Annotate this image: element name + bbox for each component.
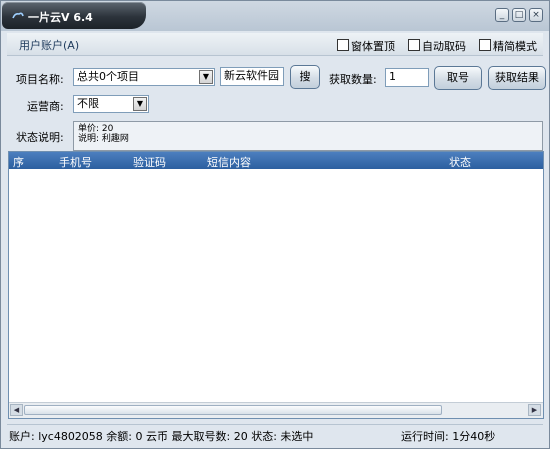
column-header-index[interactable]: 序 — [13, 154, 24, 170]
minimize-button[interactable]: _ — [495, 8, 509, 22]
search-button[interactable]: 搜 — [290, 65, 320, 89]
table-header: 序 手机号 验证码 短信内容 状态 — [9, 152, 543, 169]
status-bar: 账户: lyc4802058 余额: 0 云币 最大取号数: 20 状态: 未选… — [7, 424, 543, 443]
runtime-status: 运行时间: 1分40秒 — [401, 430, 496, 443]
topmost-label: 窗体置顶 — [351, 40, 395, 53]
menu-bar: 用户账户(A) 窗体置顶 自动取码 精简模式 — [7, 33, 543, 56]
window-title: 一片云V 6.4 — [28, 11, 93, 24]
restore-button[interactable]: □ — [512, 8, 526, 22]
menu-account[interactable]: 用户账户(A) — [19, 37, 79, 53]
title-bar[interactable]: 一片云V 6.4 _ □ × — [1, 1, 549, 31]
project-search-value: 新云软件园 — [224, 69, 279, 82]
fetch-number-label: 取号 — [447, 71, 469, 84]
scrollbar-thumb[interactable] — [24, 405, 442, 415]
chevron-down-icon[interactable]: ▼ — [199, 70, 213, 84]
carrier-select[interactable]: 不限 ▼ — [73, 95, 149, 113]
simple-mode-label: 精简模式 — [493, 40, 537, 53]
project-select-value: 总共0个项目 — [77, 70, 139, 83]
search-button-label: 搜 — [299, 70, 311, 83]
carrier-select-value: 不限 — [77, 97, 99, 110]
auto-fetch-checkbox[interactable]: 自动取码 — [408, 38, 466, 53]
scroll-left-icon[interactable]: ◀ — [10, 404, 23, 416]
chevron-down-icon[interactable]: ▼ — [133, 97, 147, 111]
account-status: 账户: lyc4802058 余额: 0 云币 最大取号数: 20 状态: 未选… — [9, 430, 314, 443]
topmost-checkbox[interactable]: 窗体置顶 — [337, 38, 395, 53]
status-desc-note: 说明: 利趣网 — [78, 134, 129, 144]
fetch-quantity-value: 1 — [389, 70, 396, 83]
close-icon: × — [532, 10, 540, 20]
column-header-sms[interactable]: 短信内容 — [207, 154, 251, 170]
get-result-button[interactable]: 获取结果 — [488, 66, 546, 90]
column-header-status[interactable]: 状态 — [449, 154, 471, 170]
topmost-checkbox-box[interactable] — [337, 39, 349, 51]
minimize-icon: _ — [499, 10, 505, 20]
column-header-phone[interactable]: 手机号 — [59, 154, 92, 170]
auto-fetch-checkbox-box[interactable] — [408, 39, 420, 51]
close-button[interactable]: × — [529, 8, 543, 22]
status-desc-label: 状态说明: — [16, 131, 64, 144]
simple-mode-checkbox[interactable]: 精简模式 — [479, 38, 537, 53]
scroll-right-icon[interactable]: ▶ — [528, 404, 541, 416]
sms-table[interactable]: 序 手机号 验证码 短信内容 状态 ◀ ▶ — [8, 151, 544, 419]
title-tab: 一片云V 6.4 — [2, 2, 146, 29]
restore-icon: □ — [514, 10, 524, 20]
fetch-quantity-label: 获取数量: — [329, 73, 377, 86]
horizontal-scrollbar[interactable]: ◀ ▶ — [9, 402, 543, 418]
get-result-label: 获取结果 — [495, 71, 539, 84]
fetch-number-button[interactable]: 取号 — [434, 66, 482, 90]
carrier-label: 运营商: — [27, 100, 64, 113]
project-label: 项目名称: — [16, 73, 64, 86]
app-window: 一片云V 6.4 _ □ × 用户账户(A) 窗体置顶 自动取码 精简模式 项目… — [0, 0, 550, 449]
status-desc-box: 单价: 20 说明: 利趣网 — [73, 121, 543, 151]
project-select[interactable]: 总共0个项目 ▼ — [73, 68, 215, 86]
column-header-code[interactable]: 验证码 — [133, 154, 166, 170]
simple-mode-checkbox-box[interactable] — [479, 39, 491, 51]
project-search-input[interactable]: 新云软件园 — [220, 67, 284, 86]
fetch-quantity-input[interactable]: 1 — [385, 68, 429, 87]
status-desc-price: 单价: 20 — [78, 124, 114, 134]
auto-fetch-label: 自动取码 — [422, 40, 466, 53]
cloud-logo-icon — [12, 12, 24, 19]
